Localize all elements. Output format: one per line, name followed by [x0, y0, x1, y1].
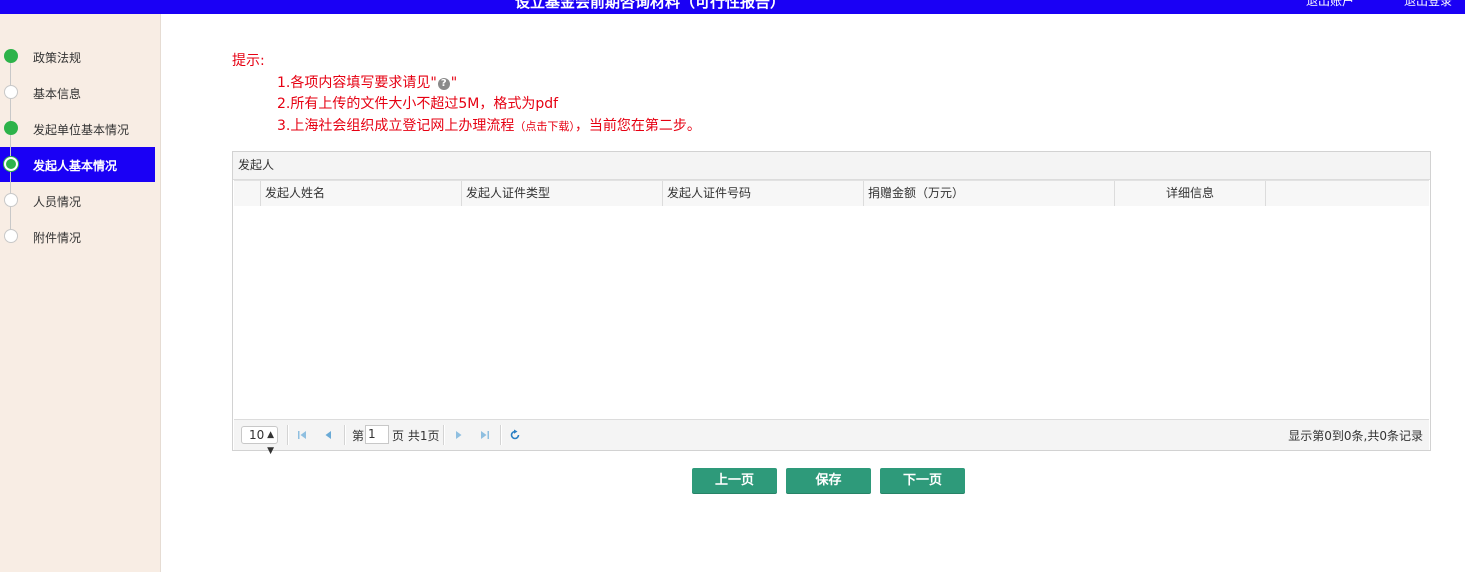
column-header-name[interactable]: 发起人姓名 [261, 181, 462, 206]
tip-line-3: 3.上海社会组织成立登记网上办理流程（点击下载），当前您在第二步。 [232, 116, 701, 138]
step-done-icon [4, 121, 18, 135]
sidebar: 政策法规 基本信息 发起单位基本情况 发起人基本情况 人员情况 附件情况 [0, 14, 161, 572]
column-header-id-number[interactable]: 发起人证件号码 [663, 181, 864, 206]
column-header-details[interactable]: 详细信息 [1115, 181, 1266, 206]
step-done-icon [4, 49, 18, 63]
record-count-info: 显示第0到0条,共0条记录 [1288, 429, 1423, 443]
prev-page-icon[interactable] [322, 429, 334, 441]
tips-heading: 提示: [232, 53, 265, 69]
download-link[interactable]: （点击下载） [514, 120, 575, 133]
step-pending-icon [4, 85, 18, 99]
page-label-prefix: 第 [352, 429, 365, 443]
step-pending-icon [4, 193, 18, 207]
tips-block: 提示: 1.各项内容填写要求请见"? " 2.所有上传的文件大小不超过5M，格式为… [232, 51, 701, 137]
pagination-bar: 10 ▲ ▼ 第 1 页 共1页 显示第0到0条,共0条记录 [234, 419, 1429, 456]
sidebar-item-label: 发起人基本情况 [33, 159, 118, 173]
sidebar-item-attachments[interactable]: 附件情况 [0, 218, 161, 254]
next-page-icon[interactable] [453, 429, 465, 441]
help-question-icon[interactable]: ? [437, 77, 450, 90]
page-size-select[interactable]: 10 ▲ ▼ [241, 426, 278, 456]
select-updown-icon: ▲ ▼ [267, 430, 274, 456]
pager-separator [443, 425, 445, 445]
tip-line-1: 1.各项内容填写要求请见"? " [232, 73, 701, 95]
sidebar-item-label: 发起单位基本情况 [33, 123, 130, 137]
row-number-column-header [234, 181, 261, 206]
tip-text: ，当前您在第二步。 [574, 117, 701, 134]
column-header-id-type[interactable]: 发起人证件类型 [462, 181, 663, 206]
sidebar-item-sponsor-unit[interactable]: 发起单位基本情况 [0, 110, 161, 146]
header-link-account[interactable]: 退出账户 [1306, 0, 1354, 9]
sponsor-panel: 发起人 发起人姓名 发起人证件类型 发起人证件号码 捐赠金额（万元） 详细信息 … [232, 151, 1431, 456]
last-page-icon[interactable] [479, 429, 491, 441]
first-page-icon[interactable] [296, 429, 308, 441]
step-current-icon [4, 157, 18, 171]
pager-separator [500, 425, 502, 445]
step-pending-icon [4, 229, 18, 243]
page-size-value: 10 [249, 428, 265, 442]
tip-line-2: 2.所有上传的文件大小不超过5M，格式为pdf [277, 96, 559, 112]
tip-text: " [450, 74, 458, 91]
save-button[interactable]: 保存 [786, 468, 871, 494]
next-step-button[interactable]: 下一页 [880, 468, 965, 494]
pager-separator [287, 425, 289, 445]
pager-separator [344, 425, 346, 445]
panel-title: 发起人 [233, 152, 1430, 180]
refresh-icon[interactable] [509, 429, 521, 441]
sidebar-item-personnel[interactable]: 人员情况 [0, 182, 161, 218]
page-title: 设立基金会前期咨询材料（可行性报告） [514, 0, 785, 11]
table-body [234, 206, 1429, 419]
sidebar-item-policy[interactable]: 政策法规 [0, 38, 161, 74]
step-list: 政策法规 基本信息 发起单位基本情况 发起人基本情况 人员情况 附件情况 [0, 38, 161, 254]
page-label-suffix: 页 共1页 [392, 429, 440, 443]
sidebar-item-sponsor-person[interactable]: 发起人基本情况 [0, 146, 161, 182]
sidebar-item-label: 基本信息 [33, 87, 82, 101]
top-bar: 设立基金会前期咨询材料（可行性报告） 退出账户 退出登录 [0, 0, 1465, 14]
sidebar-item-label: 附件情况 [33, 231, 82, 245]
sidebar-item-basic-info[interactable]: 基本信息 [0, 74, 161, 110]
tip-text: 3.上海社会组织成立登记网上办理流程 [277, 117, 515, 134]
header-link-logout[interactable]: 退出登录 [1404, 0, 1452, 9]
column-header-donation[interactable]: 捐赠金额（万元） [864, 181, 1115, 206]
prev-step-button[interactable]: 上一页 [692, 468, 777, 494]
page-number-input[interactable]: 1 [365, 425, 389, 444]
table-header: 发起人姓名 发起人证件类型 发起人证件号码 捐赠金额（万元） 详细信息 [234, 180, 1429, 207]
tip-text: 1.各项内容填写要求请见" [277, 74, 437, 91]
sidebar-item-label: 政策法规 [33, 51, 82, 65]
sidebar-item-label: 人员情况 [33, 195, 82, 209]
